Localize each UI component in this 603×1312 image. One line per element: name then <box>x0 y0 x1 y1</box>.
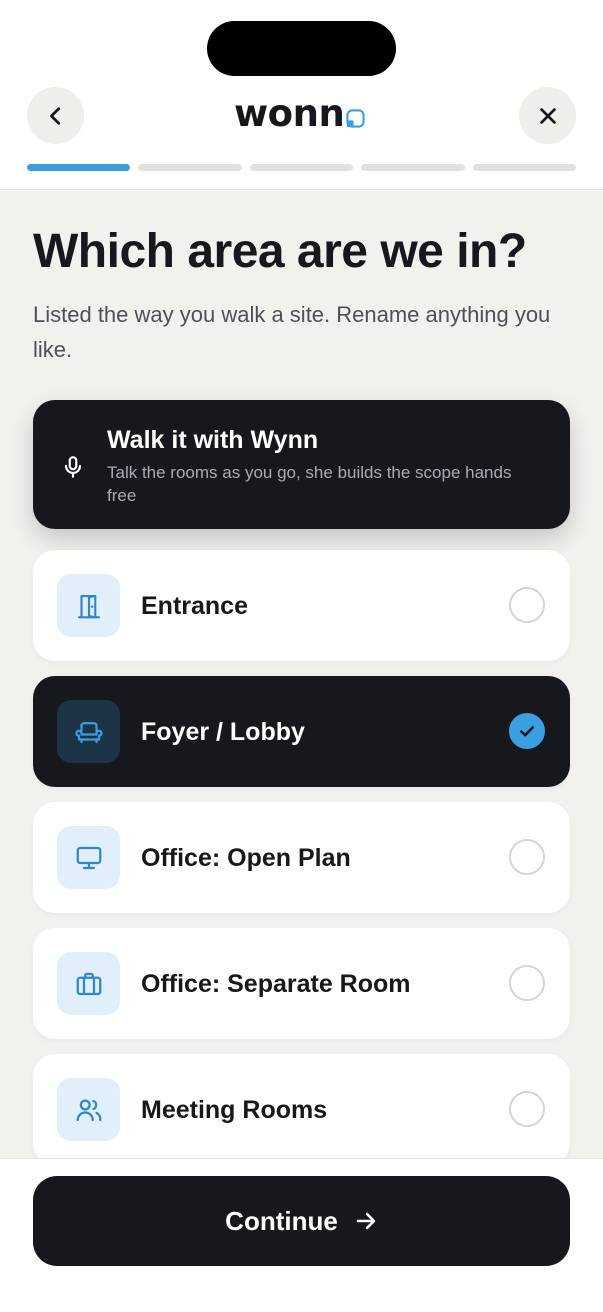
voice-card-description: Talk the rooms as you go, she builds the… <box>107 463 512 505</box>
page-subtitle: Listed the way you walk a site. Rename a… <box>33 302 551 362</box>
close-button[interactable] <box>519 87 576 144</box>
back-button[interactable] <box>27 87 84 144</box>
users-icon <box>57 1078 120 1141</box>
area-option-label: Meeting Rooms <box>141 1096 328 1124</box>
radio-unchecked[interactable] <box>509 839 545 875</box>
progress-step-active <box>27 164 131 171</box>
logo-mark-icon <box>346 109 365 128</box>
area-option-foyer-lobby[interactable]: Foyer / Lobby <box>33 676 570 787</box>
area-option-label: Office: Open Plan <box>141 844 351 872</box>
close-icon <box>539 107 556 124</box>
logo-text: wonn <box>234 92 345 135</box>
top-bar: wonn <box>0 0 603 190</box>
checkmark-icon <box>519 726 535 737</box>
radio-checked[interactable] <box>509 713 545 749</box>
progress-step <box>138 164 242 171</box>
continue-button[interactable]: Continue <box>33 1176 570 1266</box>
progress-step <box>249 164 354 171</box>
progress-step <box>361 164 465 171</box>
briefcase-icon <box>57 952 120 1015</box>
continue-button-label: Continue <box>225 1205 338 1236</box>
area-option-office-separate-room[interactable]: Office: Separate Room <box>33 928 570 1039</box>
area-option-office-open-plan[interactable]: Office: Open Plan <box>33 802 570 913</box>
radio-unchecked[interactable] <box>509 587 545 623</box>
radio-unchecked[interactable] <box>509 965 545 1001</box>
app-logo: wonn <box>234 92 365 136</box>
armchair-icon <box>57 700 120 763</box>
monitor-icon <box>57 826 120 889</box>
microphone-icon <box>58 452 88 482</box>
area-option-meeting-rooms[interactable]: Meeting Rooms <box>33 1054 570 1165</box>
chevron-left-icon <box>49 106 60 125</box>
area-option-label: Office: Separate Room <box>141 970 411 998</box>
page-title: Which area are we in? <box>33 225 527 278</box>
arrow-right-icon <box>356 1212 376 1230</box>
radio-unchecked[interactable] <box>509 1091 545 1127</box>
progress-step <box>472 164 577 171</box>
area-option-label: Entrance <box>141 592 248 620</box>
step-progress <box>27 164 577 171</box>
area-option-label: Foyer / Lobby <box>141 718 305 746</box>
voice-card-title: Walk it with Wynn <box>107 426 319 454</box>
camera-notch <box>207 21 396 76</box>
area-option-entrance[interactable]: Entrance <box>33 550 570 661</box>
door-icon <box>57 574 120 637</box>
